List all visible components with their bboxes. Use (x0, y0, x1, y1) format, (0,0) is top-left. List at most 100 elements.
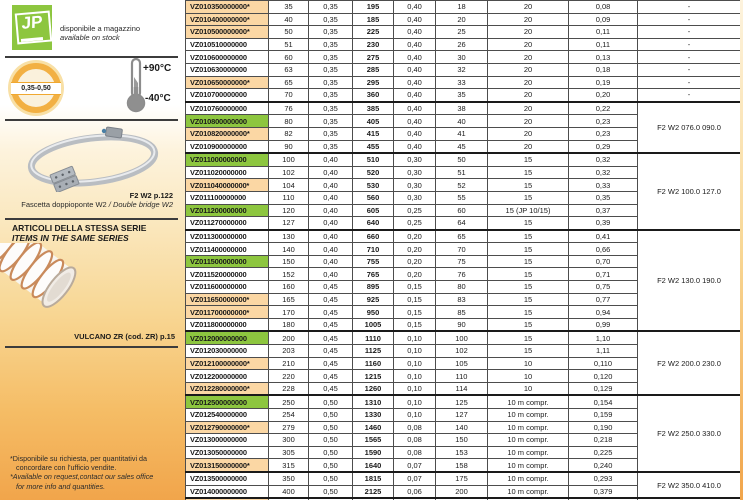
part-code-cell: VZ011400000000 (186, 243, 269, 256)
value-cell: 33 (436, 76, 488, 89)
value-cell: 15 (488, 306, 569, 319)
value-cell: 300 (269, 434, 309, 447)
part-code-cell: VZ010500000000* (186, 26, 269, 39)
part-code-cell: VZ011020000000 (186, 166, 269, 179)
part-code-cell: VZ012030000000 (186, 345, 269, 358)
value-cell: 1815 (353, 472, 394, 485)
value-cell: 0,10 (394, 357, 436, 370)
value-cell: 405 (353, 115, 394, 128)
value-cell: 0,22 (569, 102, 638, 115)
value-cell: 275 (353, 51, 394, 64)
part-code-cell: VZ012540000000 (186, 409, 269, 422)
part-code-cell: VZ010760000000 (186, 102, 269, 115)
value-cell: 0,293 (569, 472, 638, 485)
part-code-cell: VZ012000000000 (186, 331, 269, 344)
value-cell: 35 (436, 89, 488, 102)
value-cell: 1005 (353, 318, 394, 331)
value-cell: 25 (436, 26, 488, 39)
value-cell: 0,240 (569, 459, 638, 472)
value-cell: 40 (269, 13, 309, 26)
value-cell: 230 (353, 38, 394, 51)
value-cell: 0,35 (309, 89, 353, 102)
value-cell: 51 (269, 38, 309, 51)
value-cell: 0,35 (309, 63, 353, 76)
value-cell: 15 (488, 318, 569, 331)
table-row: VZ010650000000*650,352950,4033200,19- (186, 76, 741, 89)
catalog-page: JP disponibile a magazzino available on … (0, 0, 743, 500)
value-cell: 225 (353, 26, 394, 39)
value-cell: 0,10 (394, 382, 436, 395)
value-cell: 114 (436, 382, 488, 395)
part-code-cell: VZ011650000000* (186, 293, 269, 306)
value-cell: 305 (269, 446, 309, 459)
value-cell: 0,10 (394, 331, 436, 344)
table-row: VZ010400000000*400,351850,4020200,09- (186, 13, 741, 26)
part-code-cell: VZ010800000000 (186, 115, 269, 128)
part-code-cell: VZ013150000000* (186, 459, 269, 472)
value-cell: 153 (436, 446, 488, 459)
value-cell: 15 (488, 179, 569, 192)
table-row: VZ0135000000003500,5018150,0717510 m com… (186, 472, 741, 485)
value-cell: 175 (436, 472, 488, 485)
value-cell: 0,20 (394, 230, 436, 243)
related-product-ref: VULCANO ZR (cod. ZR) p.15 (0, 332, 175, 341)
value-cell: 400 (269, 485, 309, 498)
value-cell: 0,40 (309, 191, 353, 204)
value-cell: 0,32 (569, 166, 638, 179)
value-cell: 285 (353, 63, 394, 76)
value-cell: 0,40 (309, 179, 353, 192)
value-cell: 0,154 (569, 395, 638, 408)
value-cell: 0,08 (394, 421, 436, 434)
clamp-group-cell: - (638, 38, 741, 51)
value-cell: 20 (488, 76, 569, 89)
part-code-cell: VZ014000000000 (186, 485, 269, 498)
part-code-cell: VZ011200000000 (186, 204, 269, 217)
value-cell: 20 (436, 13, 488, 26)
value-cell: 0,06 (394, 485, 436, 498)
part-code-cell: VZ011520000000 (186, 268, 269, 281)
value-cell: 150 (436, 434, 488, 447)
value-cell: 0,30 (394, 153, 436, 166)
part-code-cell: VZ011700000000* (186, 306, 269, 319)
value-cell: 0,35 (309, 1, 353, 14)
value-cell: 1,10 (569, 331, 638, 344)
clamp-group-cell: - (638, 13, 741, 26)
value-cell: 76 (269, 102, 309, 115)
value-cell: 220 (269, 370, 309, 383)
value-cell: 70 (269, 89, 309, 102)
part-code-cell: VZ010600000000 (186, 51, 269, 64)
part-code-cell: VZ012790000000* (186, 421, 269, 434)
value-cell: 0,29 (569, 140, 638, 153)
value-cell: 60 (269, 51, 309, 64)
part-code-cell: VZ013050000000 (186, 446, 269, 459)
value-cell: 1160 (353, 357, 394, 370)
value-cell: 40 (436, 115, 488, 128)
part-code-cell: VZ011040000000* (186, 179, 269, 192)
footnote-it-2: concordare con l'ufficio vendite. (10, 463, 153, 472)
value-cell: 0,15 (394, 306, 436, 319)
value-cell: 0,40 (394, 38, 436, 51)
value-cell: 140 (436, 421, 488, 434)
value-cell: 20 (488, 1, 569, 14)
value-cell: 55 (436, 191, 488, 204)
value-cell: 279 (269, 421, 309, 434)
stock-availability-text: disponibile a magazzino available on sto… (60, 25, 140, 42)
value-cell: 0,35 (569, 191, 638, 204)
value-cell: 104 (269, 179, 309, 192)
value-cell: 0,45 (309, 306, 353, 319)
value-cell: 0,75 (569, 281, 638, 294)
value-cell: 0,10 (394, 345, 436, 358)
value-cell: 195 (353, 1, 394, 14)
value-cell: 64 (436, 217, 488, 230)
clamp-group-cell: - (638, 63, 741, 76)
clamp-group-cell: - (638, 26, 741, 39)
value-cell: 0,50 (309, 459, 353, 472)
table-row: VZ010630000000630,352850,4032200,18- (186, 63, 741, 76)
sidebar: JP disponibile a magazzino available on … (0, 0, 185, 500)
value-cell: 765 (353, 268, 394, 281)
value-cell: 1590 (353, 446, 394, 459)
value-cell: 102 (269, 166, 309, 179)
value-cell: 130 (269, 230, 309, 243)
value-cell: 0,15 (394, 293, 436, 306)
value-cell: 20 (488, 140, 569, 153)
